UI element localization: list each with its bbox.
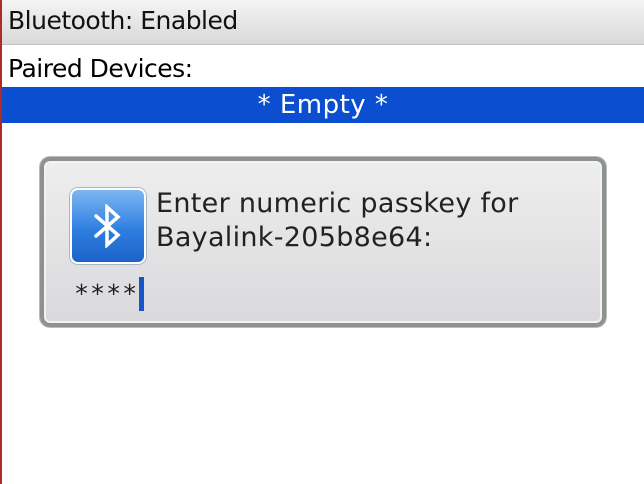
bluetooth-icon — [70, 188, 146, 264]
passkey-prompt-line1: Enter numeric passkey for — [156, 188, 519, 219]
passkey-input-value[interactable]: **** — [74, 277, 138, 311]
paired-devices-label: Paired Devices: — [8, 54, 193, 83]
passkey-dialog: Enter numeric passkey for Bayalink-205b8… — [40, 157, 606, 327]
passkey-input[interactable]: **** — [74, 275, 145, 313]
bluetooth-screen: Bluetooth: Enabled Paired Devices: * Emp… — [0, 0, 644, 484]
title-bar: Bluetooth: Enabled — [2, 0, 644, 45]
bluetooth-glyph-icon — [94, 204, 121, 248]
bluetooth-status-title: Bluetooth: Enabled — [8, 6, 238, 35]
passkey-prompt: Enter numeric passkey for Bayalink-205b8… — [156, 187, 586, 255]
text-caret — [139, 277, 145, 311]
paired-device-list-item[interactable]: * Empty * — [2, 87, 644, 123]
screen-edge — [0, 0, 2, 484]
passkey-prompt-line2: Bayalink-205b8e64: — [156, 222, 433, 253]
